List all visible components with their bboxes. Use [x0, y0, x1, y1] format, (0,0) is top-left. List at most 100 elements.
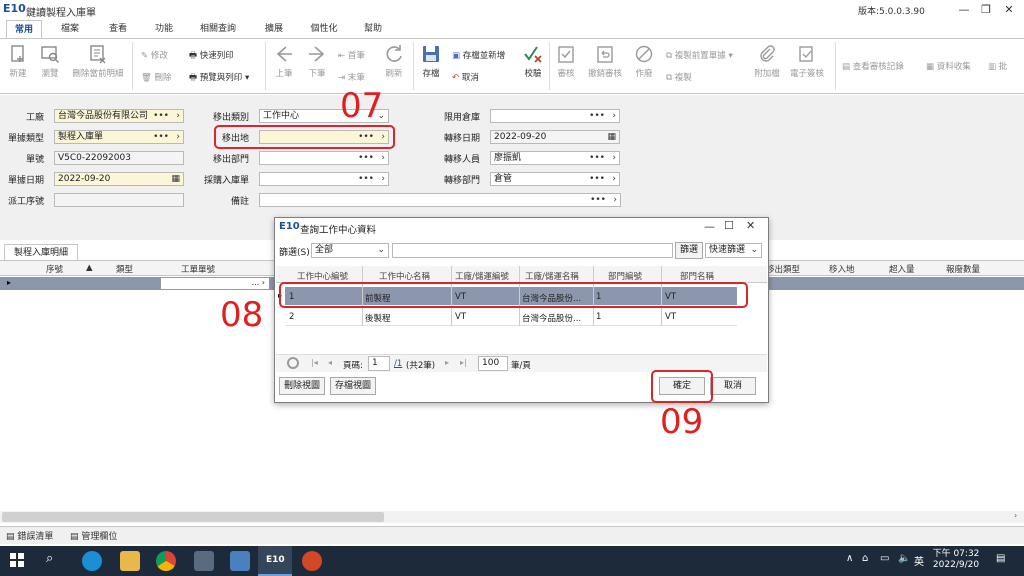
scroll-right-icon[interactable]: › [1014, 511, 1017, 520]
tab-view[interactable]: 查看 [100, 20, 136, 38]
browse-dots-icon[interactable]: ••• [589, 173, 605, 185]
limit-wh-field[interactable]: ••• › [490, 109, 620, 123]
doc-type-field[interactable]: 製程入庫單 ••• › [54, 130, 184, 144]
tab-related-query[interactable]: 相關查詢 [195, 20, 241, 38]
tab-process-in-detail[interactable]: 製程入庫明細 [4, 244, 78, 260]
save-view-button[interactable]: 存檔視圖 [330, 377, 376, 395]
browse-dots-icon[interactable]: ••• [153, 110, 169, 122]
dialog-close-icon[interactable]: ✕ [746, 219, 755, 232]
delete-view-button[interactable]: 刪除視圖 [279, 377, 325, 395]
first-page-icon[interactable]: |◂ [311, 358, 318, 367]
quick-print-button[interactable]: 🖶 快速列印 [189, 49, 234, 64]
page-total-link[interactable]: /1 [394, 359, 402, 369]
filter-button[interactable]: 篩選 [675, 242, 703, 259]
save-new-button[interactable]: ▣ 存檔並新增 [452, 49, 505, 61]
out-dept-field[interactable]: ••• › [259, 151, 389, 165]
filter-select[interactable]: 全部 ⌄ [311, 243, 389, 258]
dialog-maximize-icon[interactable]: ☐ [724, 219, 734, 232]
file-explorer-icon[interactable] [120, 551, 140, 571]
chevron-right-icon[interactable]: › [381, 173, 385, 185]
delete-button[interactable]: 🗑 刪除 [141, 71, 172, 83]
col-out-type[interactable]: 移出類型 [766, 263, 800, 275]
transfer-dept-field[interactable]: 倉管 ••• › [490, 172, 620, 186]
quick-filter-select[interactable]: 快速篩選 ⌄ [705, 243, 762, 258]
col-type[interactable]: 類型 [116, 263, 133, 275]
batch-button[interactable]: ▥ 批 [988, 60, 1007, 72]
notifications-icon[interactable]: ▤ [996, 553, 1005, 564]
browse-button[interactable]: 瀏覽 [36, 44, 64, 79]
col-dept-name[interactable]: 部門名稱 [680, 270, 714, 282]
col-work-center-name[interactable]: 工作中心名稱 [379, 270, 430, 282]
col-work-order[interactable]: 工單單號 [181, 263, 215, 275]
modify-button[interactable]: ✎ 修改 [141, 49, 168, 61]
tab-extension[interactable]: 擴展 [256, 20, 292, 38]
tab-error-list[interactable]: ▤ 錯誤清單 [6, 529, 53, 542]
tray-expand-icon[interactable]: ∧ [846, 553, 853, 564]
transfer-person-field[interactable]: 廖振凱 ••• › [490, 151, 620, 165]
col-work-center-no[interactable]: 工作中心編號 [297, 270, 348, 282]
browse-dots-icon[interactable]: ••• [153, 131, 169, 143]
preview-print-button[interactable]: 🖶 預覽與列印 ▾ [189, 71, 249, 86]
col-in-place[interactable]: 移入地 [829, 263, 855, 275]
unaudit-button[interactable]: 撤銷審核 [585, 44, 625, 79]
void-button[interactable]: 作廢 [630, 44, 658, 79]
close-icon[interactable]: ✕ [998, 1, 1020, 19]
browse-dots-icon[interactable]: ••• [358, 152, 374, 164]
col-seq[interactable]: 序號 [46, 263, 63, 275]
tab-file[interactable]: 檔案 [52, 20, 88, 38]
calculator-icon[interactable] [194, 551, 214, 571]
chevron-right-icon[interactable]: › [612, 110, 616, 122]
last-record-button[interactable]: ⇥ 末筆 [338, 71, 365, 83]
powerpoint-icon[interactable] [302, 551, 322, 571]
esign-button[interactable]: 電子簽核 [787, 44, 827, 79]
browse-dots-icon[interactable]: ••• [358, 173, 374, 185]
work-order-cell-input[interactable]: ... › [160, 277, 270, 290]
notes-app-icon[interactable] [230, 551, 250, 571]
view-audit-record-button[interactable]: ▤ 查看審核記錄 [842, 60, 904, 72]
browse-dots-icon[interactable]: ••• [589, 110, 605, 122]
monitor-icon[interactable]: ▭ [880, 553, 889, 564]
clock[interactable]: 下午 07:32 2022/9/20 [930, 549, 982, 571]
chevron-right-icon[interactable]: › [176, 110, 180, 122]
tab-personalize[interactable]: 個性化 [304, 20, 344, 38]
col-scrap-qty[interactable]: 報廢數量 [946, 263, 980, 275]
tab-manage-fields[interactable]: ▤ 管理欄位 [70, 529, 117, 542]
per-page-input[interactable]: 100 [478, 356, 508, 371]
col-factory-name[interactable]: 工廠/儲運名稱 [525, 270, 579, 282]
calendar-icon[interactable]: ▦ [607, 131, 616, 143]
next-page-icon[interactable]: ▸ [445, 358, 449, 367]
page-number-input[interactable]: 1 [368, 356, 390, 371]
delete-detail-button[interactable]: 刪除當前明細 [68, 44, 128, 79]
purchase-in-field[interactable]: ••• › [259, 172, 389, 186]
chevron-right-icon[interactable]: › [612, 152, 616, 164]
browse-dots-icon[interactable]: ••• [590, 194, 606, 206]
chevron-right-icon[interactable]: › [381, 152, 385, 164]
col-dept-no[interactable]: 部門編號 [608, 270, 642, 282]
volume-icon[interactable]: 🔈 [898, 553, 910, 564]
filter-input[interactable] [392, 243, 673, 258]
attachment-button[interactable]: 附加檔 [751, 44, 783, 79]
horizontal-scrollbar-thumb[interactable] [2, 512, 384, 522]
dialog-minimize-icon[interactable]: — [704, 220, 715, 233]
prev-record-button[interactable]: 上筆 [270, 44, 298, 79]
verify-button[interactable]: 校驗 [519, 44, 547, 79]
network-icon[interactable]: ⌂ [862, 553, 868, 564]
windows-start-icon[interactable] [10, 553, 24, 567]
chevron-right-icon[interactable]: › [612, 173, 616, 185]
remark-field[interactable]: ••• › [259, 193, 621, 207]
new-button[interactable]: 新建 [4, 44, 32, 79]
refresh-button[interactable]: 刷新 [380, 44, 408, 79]
factory-field[interactable]: 台灣今品股份有限公司 ••• › [54, 109, 184, 123]
chrome-browser-icon[interactable] [156, 551, 176, 571]
chevron-right-icon[interactable]: › [176, 131, 180, 143]
tab-common[interactable]: 常用 [6, 20, 42, 38]
col-over-qty[interactable]: 超入量 [889, 263, 915, 275]
ime-indicator[interactable]: 英 [914, 553, 924, 568]
next-record-button[interactable]: 下筆 [303, 44, 331, 79]
minimize-icon[interactable]: — [953, 1, 975, 19]
prev-page-icon[interactable]: ◂ [328, 358, 332, 367]
copy-button[interactable]: ⧉ 複製 [666, 71, 692, 83]
edge-browser-icon[interactable] [82, 551, 102, 571]
transfer-date-field[interactable]: 2022-09-20 ▦ [490, 130, 620, 144]
dialog-cancel-button[interactable]: 取消 [710, 377, 756, 395]
